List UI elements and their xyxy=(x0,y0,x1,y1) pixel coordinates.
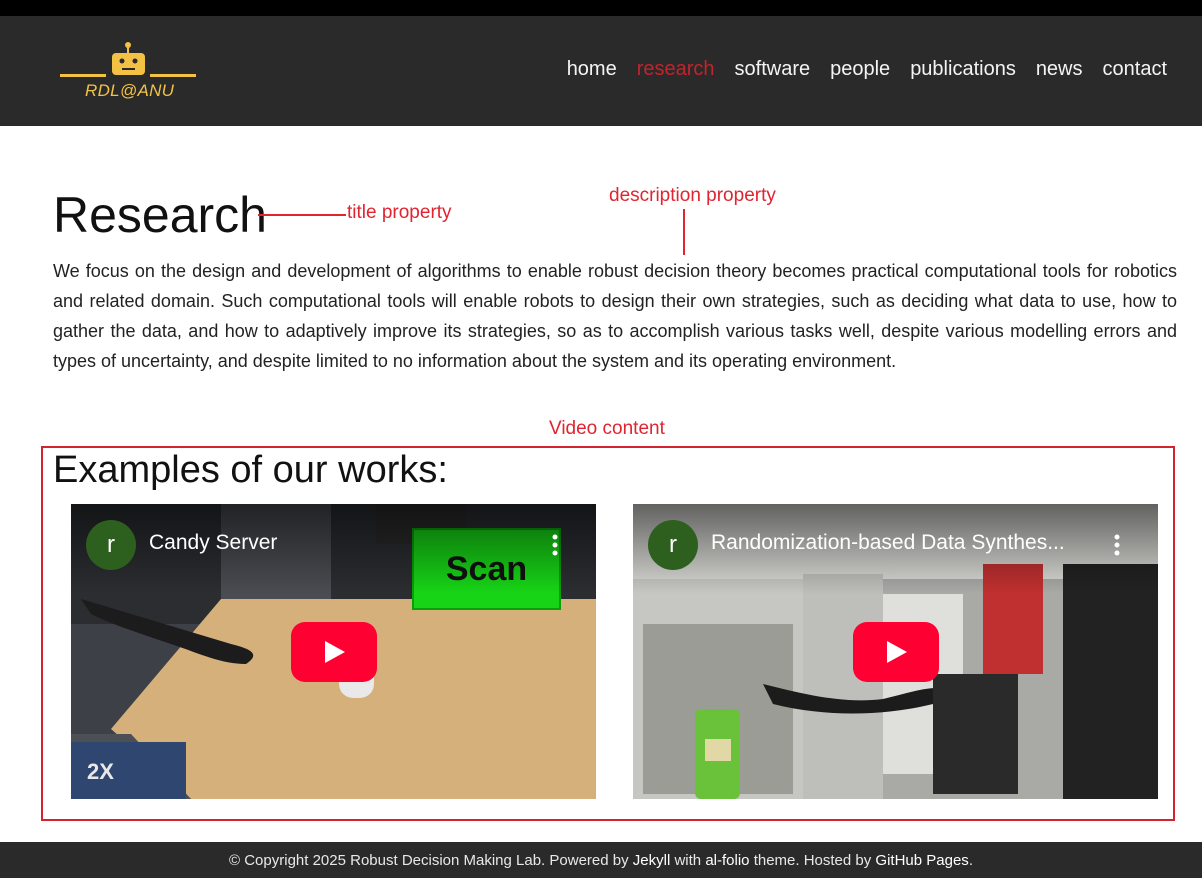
footer-with: with xyxy=(674,851,702,869)
github-pages-link[interactable]: GitHub Pages xyxy=(875,852,968,869)
jekyll-link[interactable]: Jekyll xyxy=(633,852,671,869)
play-icon xyxy=(325,641,345,663)
play-button[interactable] xyxy=(291,622,377,682)
footer-hosted: theme. Hosted by xyxy=(753,851,872,869)
nav-contact[interactable]: contact xyxy=(1103,58,1167,81)
footer-suffix: . xyxy=(968,851,973,869)
nav-news[interactable]: news xyxy=(1036,58,1083,81)
more-options-icon[interactable] xyxy=(552,534,558,556)
video-embed-randomization[interactable]: r Randomization-based Data Synthes... xyxy=(633,504,1158,799)
title-annotation-line xyxy=(258,214,346,216)
footer-copyright: © Copyright 2025 Robust Decision Making … xyxy=(229,851,629,869)
video-title[interactable]: Candy Server xyxy=(149,531,277,555)
nav-home[interactable]: home xyxy=(567,58,617,81)
nav-research[interactable]: research xyxy=(637,58,715,81)
play-button[interactable] xyxy=(853,622,939,682)
page-description: We focus on the design and development o… xyxy=(53,261,1177,371)
nav-people[interactable]: people xyxy=(830,58,890,81)
play-icon xyxy=(887,641,907,663)
speed-label: 2X xyxy=(87,759,114,784)
video-annotation: Video content xyxy=(549,418,665,439)
al-folio-link[interactable]: al-folio xyxy=(705,852,749,869)
nav-software[interactable]: software xyxy=(735,58,811,81)
video-embed-candy-server[interactable]: Scan r Candy Server 2X xyxy=(71,504,596,799)
top-strip xyxy=(0,0,1202,16)
nav-publications[interactable]: publications xyxy=(910,58,1016,81)
video-title[interactable]: Randomization-based Data Synthes... xyxy=(711,531,1065,555)
description-annotation-line xyxy=(683,209,685,255)
site-header: RDL@ANU home research software people pu… xyxy=(0,16,1202,126)
main-nav: home research software people publicatio… xyxy=(567,58,1167,81)
page-title: Research xyxy=(53,187,267,243)
title-annotation: title property xyxy=(347,202,452,223)
channel-avatar[interactable]: r xyxy=(648,520,698,570)
more-options-icon[interactable] xyxy=(1114,534,1120,556)
channel-avatar[interactable]: r xyxy=(86,520,136,570)
site-footer: © Copyright 2025 Robust Decision Making … xyxy=(0,842,1202,878)
examples-heading: Examples of our works: xyxy=(53,449,448,491)
site-logo[interactable]: RDL@ANU xyxy=(60,41,200,103)
logo-text: RDL@ANU xyxy=(85,81,175,100)
description-annotation: description property xyxy=(609,185,776,206)
